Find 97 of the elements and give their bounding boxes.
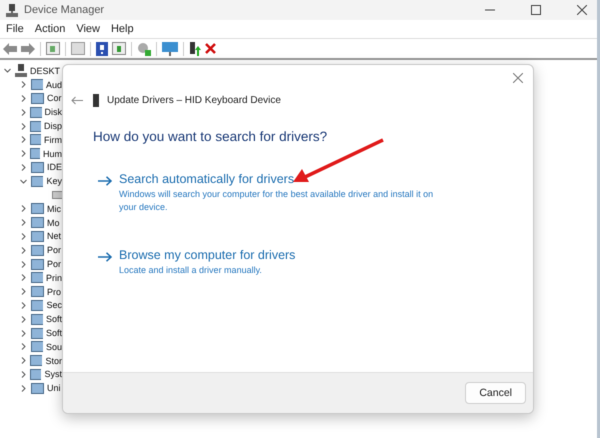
device-icon	[30, 328, 43, 339]
chevron-right-icon[interactable]	[20, 108, 27, 116]
device-icon	[31, 162, 44, 173]
computer-icon	[6, 4, 18, 16]
help-icon[interactable]	[96, 42, 108, 56]
tree-item[interactable]: DESKT	[30, 66, 60, 76]
chevron-right-icon[interactable]	[20, 164, 27, 171]
tree-item[interactable]: Soft	[46, 314, 62, 324]
tree-item[interactable]: Syst	[44, 369, 62, 380]
tree-item[interactable]: Por	[47, 259, 62, 270]
tree-item[interactable]: Key	[46, 176, 62, 186]
chevron-right-icon[interactable]	[20, 81, 27, 88]
chevron-right-icon[interactable]	[20, 205, 27, 212]
back-icon[interactable]	[71, 96, 83, 104]
device-icon	[30, 355, 42, 366]
device-icon	[30, 314, 43, 325]
chevron-right-icon[interactable]	[20, 232, 27, 240]
option-description: Locate and install a driver manually.	[119, 264, 263, 277]
window-icon[interactable]	[112, 42, 126, 55]
tree-item[interactable]: Por	[47, 245, 62, 256]
menu-item[interactable]: View	[76, 23, 100, 35]
back-icon[interactable]	[3, 42, 17, 54]
device-icon	[30, 300, 44, 311]
chevron-right-icon[interactable]	[20, 260, 27, 268]
chevron-right-icon[interactable]	[20, 384, 27, 392]
option-link[interactable]: Search automatically for drivers	[119, 172, 449, 186]
device-icon	[31, 92, 44, 104]
chevron-right-icon[interactable]	[20, 343, 27, 350]
device-icon	[93, 94, 99, 106]
device-icon	[31, 286, 44, 298]
heading: How do you want to search for drivers?	[93, 129, 328, 144]
tree-item[interactable]: Prin	[46, 272, 62, 283]
chevron-right-icon[interactable]	[20, 370, 27, 378]
close-icon[interactable]	[513, 73, 523, 83]
device-icon	[31, 382, 44, 394]
cancel-button[interactable]: Cancel	[465, 382, 526, 404]
device-icon	[31, 203, 44, 214]
menu-item[interactable]: Help	[110, 23, 134, 35]
device-icon	[30, 79, 43, 90]
window-title: Device Manager	[24, 4, 104, 16]
device-icon	[30, 120, 41, 132]
device-icon	[31, 230, 44, 242]
window-icon[interactable]	[46, 42, 60, 55]
dialog-title: Update Drivers – HID Keyboard Device	[107, 94, 281, 106]
computer-icon	[15, 64, 27, 78]
tree-item[interactable]: Firm	[44, 134, 62, 145]
tree-item[interactable]: Sec	[46, 300, 62, 310]
device-icon	[30, 368, 42, 380]
tree-item[interactable]: Cor	[47, 93, 62, 104]
tree-item[interactable]: Uni	[47, 383, 61, 394]
device-icon	[30, 134, 41, 146]
tree-item[interactable]: Sou	[46, 342, 62, 352]
delete-icon[interactable]	[205, 43, 216, 54]
chevron-right-icon[interactable]	[20, 94, 27, 102]
tree-item[interactable]: Mo	[47, 218, 60, 228]
option-link[interactable]: Browse my computer for drivers	[119, 248, 449, 262]
chevron-right-icon[interactable]	[20, 122, 27, 130]
chevron-down-icon[interactable]	[4, 67, 11, 74]
close-icon[interactable]	[577, 5, 587, 15]
device-icon	[31, 244, 44, 256]
tree-item[interactable]: Disp	[44, 121, 62, 132]
chevron-right-icon[interactable]	[20, 302, 27, 309]
monitor-icon[interactable]	[162, 42, 178, 56]
chevron-right-icon[interactable]	[20, 150, 27, 158]
tree-item[interactable]: Hum	[42, 148, 62, 159]
tree-item[interactable]: Soft	[46, 328, 62, 338]
device-icon	[30, 106, 42, 118]
chevron-right-icon[interactable]	[20, 316, 27, 323]
tree-item[interactable]: IDE	[47, 162, 62, 172]
maximize-icon[interactable]	[531, 5, 541, 15]
device-icon	[30, 341, 43, 352]
device-icon	[31, 258, 44, 270]
device-icon[interactable]	[189, 42, 201, 56]
chevron-down-icon[interactable]	[20, 178, 27, 185]
arrow-icon[interactable]	[98, 252, 112, 262]
chevron-right-icon[interactable]	[20, 219, 27, 226]
chevron-right-icon[interactable]	[20, 357, 27, 364]
device-icon	[30, 176, 44, 187]
tree-item[interactable]: Mic	[47, 204, 61, 214]
menu-item[interactable]: File	[6, 23, 24, 35]
option-description: Windows will search your computer for the best available driver and install it on your device.	[119, 188, 434, 214]
chevron-right-icon[interactable]	[20, 246, 27, 254]
tree-item[interactable]: Net	[47, 231, 62, 242]
chevron-right-icon[interactable]	[20, 136, 27, 144]
tree-item[interactable]: Disk	[44, 107, 62, 118]
chevron-right-icon[interactable]	[20, 288, 27, 296]
forward-icon[interactable]	[21, 42, 35, 54]
chevron-right-icon[interactable]	[20, 330, 27, 337]
tree-item[interactable]: Aud	[46, 80, 62, 90]
device-icon	[30, 272, 43, 284]
chevron-right-icon[interactable]	[20, 274, 27, 282]
tree-item[interactable]: Pro	[47, 286, 62, 297]
arrow-icon[interactable]	[98, 176, 112, 186]
device-icon	[31, 217, 44, 228]
tree-item[interactable]: Stor	[45, 356, 62, 366]
device-icon	[30, 148, 40, 160]
menu-item[interactable]: Action	[34, 23, 66, 35]
